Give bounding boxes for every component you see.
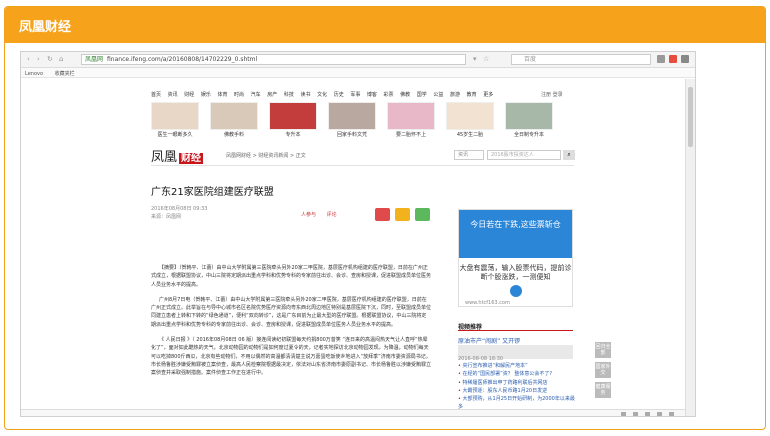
divider — [151, 165, 574, 166]
strip-card[interactable]: 全日制专升本 — [505, 102, 553, 138]
address-bar[interactable]: 凤凰网 finance.ifeng.com/a/20160808/14702229… — [81, 54, 466, 65]
float-button[interactable]: 国家外交 — [595, 362, 611, 378]
strip-card[interactable]: 45岁生二胎 — [446, 102, 494, 138]
related-item[interactable]: 大霸预逐：股东人民币路1月20日发逆 — [458, 387, 576, 395]
search-category-select[interactable]: 资讯 — [454, 150, 484, 160]
forward-icon[interactable]: › — [37, 55, 40, 63]
strip-card[interactable]: 回家手料文凭 — [328, 102, 376, 138]
search-icon[interactable]: ⌕ — [563, 150, 575, 160]
status-bar — [21, 409, 687, 416]
nav-item[interactable]: 汽车 — [251, 92, 261, 98]
bookmark-item[interactable]: 收藏夹栏 — [55, 71, 75, 77]
status-icon[interactable] — [633, 412, 638, 416]
site-search-input[interactable]: 2016股市投资达人 — [487, 150, 561, 160]
url-text: finance.ifeng.com/a/20160808/14702229_0.… — [107, 56, 258, 63]
dropdown-icon[interactable]: ▾ — [473, 55, 477, 63]
article-paragraph: 【摘要】（贺韩平、江蕾）由中山大学附属第三医院牵头另外20家二甲医院，基层医疗机… — [151, 265, 432, 288]
scrollbar[interactable] — [685, 79, 695, 416]
article-meta: 2016年08月08日 09:33 来源：凤凰网 — [151, 206, 208, 220]
related-item[interactable]: 特稀履医师推出申丁药路利联后共网店 — [458, 379, 576, 387]
bookmarks-bar: Lenovo 收藏夹栏 — [21, 68, 695, 78]
float-button[interactable]: 回归全部 — [595, 342, 611, 358]
article-body: 【摘要】（贺韩平、江蕾）由中山大学附属第三医院牵头另外20家二甲医院，基层医疗机… — [151, 264, 431, 385]
ad-headline: 今日若在下跌,这些票斩仓 — [459, 210, 572, 258]
lead-meta: 2016-08-08 18:30 — [458, 345, 573, 362]
nav-item[interactable]: 博客 — [367, 92, 377, 98]
login-links[interactable]: 注册 登录 — [541, 91, 563, 98]
content-frame: 凤凰财经 ‹ › ↻ ⌂ 凤凰网 finance.ifeng.com/a/2016… — [4, 6, 766, 430]
strip-card[interactable]: 专升本 — [269, 102, 317, 138]
play-icon[interactable] — [509, 285, 522, 297]
status-icon[interactable] — [645, 412, 650, 416]
strip-card[interactable]: 佛教手料 — [210, 102, 258, 138]
stock-ad[interactable]: 今日若在下跌,这些票斩仓 大盘有震荡，输入股票代码，提前诊断个股涨跌，一测便知 … — [458, 209, 573, 307]
status-icon[interactable] — [669, 412, 674, 416]
article-paragraph: 《 人民日报 》（ 2016年08月08日 06 版）接连阅读纪初联盟每天约捐8… — [151, 337, 432, 377]
extension-icon[interactable] — [669, 55, 677, 63]
wechat-icon[interactable] — [415, 208, 430, 221]
browser-toolbar: ‹ › ↻ ⌂ 凤凰网 finance.ifeng.com/a/20160808/… — [21, 52, 695, 68]
nav-item[interactable]: 读书 — [300, 92, 310, 98]
nav-item[interactable]: 文化 — [317, 92, 327, 98]
nav-item[interactable]: 佛教 — [400, 92, 410, 98]
participants-link[interactable]: 人参与 — [301, 212, 316, 218]
status-icon[interactable] — [621, 412, 626, 416]
section-divider — [458, 330, 573, 331]
menu-icon[interactable] — [681, 55, 689, 63]
nav-item[interactable]: 财经 — [184, 92, 194, 98]
related-item[interactable]: 央行宣布推进“和解民产地本” — [458, 362, 576, 370]
nav-item[interactable]: 首页 — [151, 92, 161, 98]
nav-item[interactable]: 房产 — [267, 92, 277, 98]
ad-text: 大盘有震荡，输入股票代码，提前诊断个股涨跌，一测便知 — [459, 264, 572, 281]
comment-link[interactable]: 评论 — [327, 212, 337, 218]
ad-strip: 医生一眼断多久 佛教手料 专升本 回家手料文凭 要二胎怀不上 45岁生二胎 全日… — [151, 102, 556, 138]
home-icon[interactable]: ⌂ — [59, 55, 63, 63]
lead-link[interactable]: 原油市产“闹剧” 又开锣 — [458, 336, 520, 345]
nav-item[interactable]: 公益 — [433, 92, 443, 98]
strip-card[interactable]: 医生一眼断多久 — [151, 102, 199, 138]
browser-search-input[interactable]: 百度 — [511, 54, 651, 65]
article-title: 广东21家医院组建医疗联盟 — [151, 187, 274, 198]
nav-item[interactable]: 历史 — [334, 92, 344, 98]
nav-item[interactable]: 时尚 — [234, 92, 244, 98]
nav-item[interactable]: 教育 — [467, 92, 477, 98]
nav-item[interactable]: 更多 — [483, 92, 493, 98]
related-item[interactable]: 在经的“国民部署”资？ 整体意公会不了? — [458, 370, 576, 378]
nav-item[interactable]: 旅游 — [450, 92, 460, 98]
refresh-icon[interactable]: ↻ — [47, 55, 53, 63]
nav-item[interactable]: 彩票 — [384, 92, 394, 98]
browser-screenshot: ‹ › ↻ ⌂ 凤凰网 finance.ifeng.com/a/20160808/… — [20, 51, 696, 417]
site-nav: 首页 资讯 财经 娱乐 体育 时尚 汽车 房产 科技 读书 文化 历史 军事 博客 彩票 佛教 国学 公益 旅游 教育… — [151, 91, 500, 98]
site-tag: 凤凰网 — [85, 56, 104, 63]
float-button[interactable]: 健康服务 — [595, 382, 611, 398]
ad-url: www.htcf163.com — [465, 300, 510, 306]
strip-card[interactable]: 要二胎怀不上 — [387, 102, 435, 138]
nav-item[interactable]: 科技 — [284, 92, 294, 98]
page-title: 凤凰财经 — [5, 7, 765, 43]
breadcrumb: 凤凰网财经 > 财经资讯新闻 > 正文 — [226, 153, 306, 159]
status-icon[interactable] — [657, 412, 662, 416]
bookmark-item[interactable]: Lenovo — [25, 71, 43, 77]
back-icon[interactable]: ‹ — [27, 55, 30, 63]
star-icon[interactable]: ☆ — [483, 55, 489, 63]
web-page: 首页 资讯 财经 娱乐 体育 时尚 汽车 房产 科技 读书 文化 历史 军事 博客 彩票 佛教 国学 公益 旅游 教育… — [21, 79, 687, 416]
nav-item[interactable]: 娱乐 — [201, 92, 211, 98]
favorite-icon[interactable] — [395, 208, 410, 221]
site-logo[interactable]: 凤凰 财经 — [151, 146, 204, 165]
nav-item[interactable]: 体育 — [217, 92, 227, 98]
scrollbar-thumb[interactable] — [688, 87, 693, 147]
nav-item[interactable]: 军事 — [350, 92, 360, 98]
download-icon[interactable] — [657, 55, 665, 63]
article-actions: 人参与 评论 — [301, 211, 346, 218]
weibo-icon[interactable] — [375, 208, 390, 221]
article-paragraph: 广州8月7日电（贺韩平、江蕾）由中山大学附属第三医院牵头另外20家二甲医院，基层… — [151, 296, 432, 328]
nav-item[interactable]: 国学 — [417, 92, 427, 98]
nav-item[interactable]: 资讯 — [168, 92, 178, 98]
